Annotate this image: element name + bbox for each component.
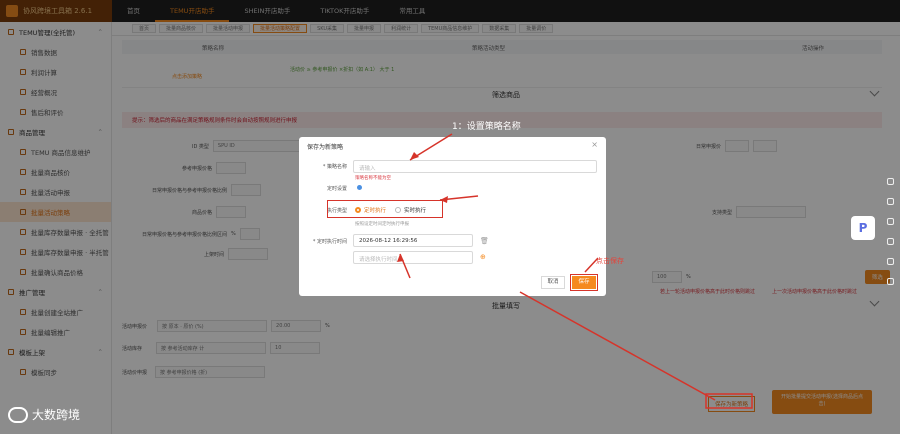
annotation-step3: 3：选择执行时间，可以设置多个执行时间 (322, 283, 490, 293)
message-icon[interactable] (886, 198, 894, 205)
annotation-step1: 1：设置策略名称 (452, 122, 521, 132)
arrowhead-step2 (440, 196, 448, 203)
watermark: 大数跨境 (8, 406, 80, 423)
annotation-click-save: 点击保存 (596, 257, 624, 265)
accessibility-icon[interactable] (886, 278, 894, 285)
user-icon[interactable] (886, 178, 894, 185)
annotation-box-bottom (705, 393, 753, 409)
annotation-arrows (397, 133, 753, 409)
arrowhead-step1 (410, 152, 419, 160)
annotation-step2: 2：选择类型：定时执行 (478, 193, 574, 203)
arrow-bottom (519, 291, 716, 401)
person-icon[interactable] (886, 258, 894, 265)
tool-icon[interactable] (886, 238, 894, 245)
watermark-text: 大数跨境 (32, 408, 81, 422)
grid-icon[interactable] (886, 218, 894, 225)
right-rail (884, 178, 896, 285)
float-p-icon[interactable]: P (851, 216, 875, 240)
arrowhead-step3 (397, 254, 404, 262)
watermark-logo-icon (8, 406, 28, 423)
